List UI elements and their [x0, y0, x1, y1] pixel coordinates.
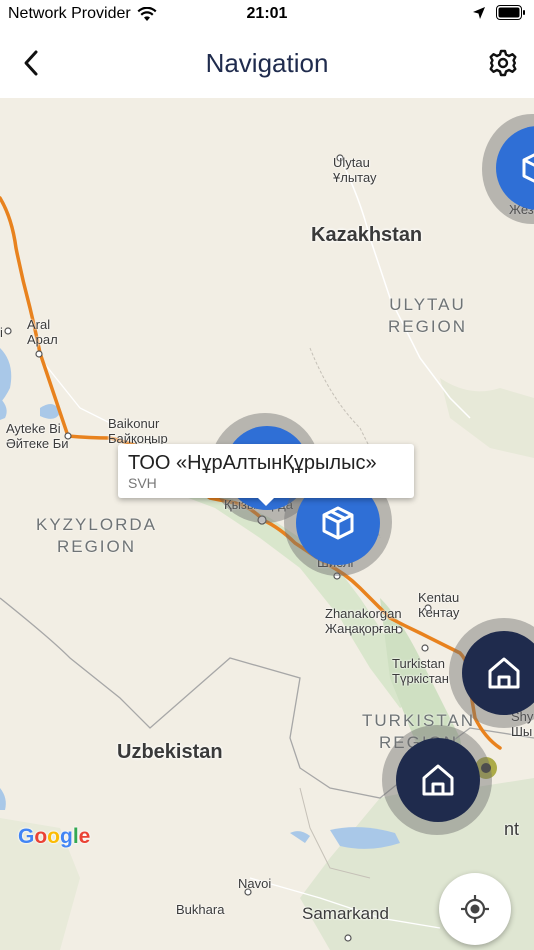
settings-button[interactable]	[486, 46, 520, 80]
marker-callout[interactable]: ТОО «НұрАлтынҚұрылыс» SVH	[118, 444, 414, 506]
city-label-left-edge: i	[0, 325, 3, 340]
page-title: Navigation	[205, 48, 329, 78]
home-marker[interactable]	[396, 738, 480, 822]
city-label-kentau: Kentau Кентау	[418, 590, 460, 620]
callout-subtitle: SVH	[128, 475, 157, 491]
city-label-bukhara: Bukhara	[176, 902, 225, 917]
map-view[interactable]: Kazakhstan Uzbekistan ULYTAU REGION KYZY…	[0, 98, 534, 950]
battery-icon	[496, 5, 525, 20]
country-label-uzbekistan: Uzbekistan	[117, 741, 223, 763]
location-arrow-icon	[473, 6, 485, 19]
country-label-kazakhstan: Kazakhstan	[311, 224, 423, 246]
crosshair-icon	[461, 895, 489, 923]
city-label-turkistan: Turkistan Түркістан	[392, 656, 449, 686]
callout-title: ТОО «НұрАлтынҚұрылыс»	[128, 452, 377, 474]
status-time: 21:01	[246, 5, 288, 22]
city-label-ulytau: Ulytau Ұлытау	[333, 155, 377, 185]
city-label-ayteke-bi: Ayteke Bi Әйтеке Би	[6, 421, 69, 451]
package-icon	[322, 506, 354, 540]
region-label-kyzylorda: KYZYLORDA REGION	[36, 515, 157, 556]
home-icon	[488, 657, 520, 689]
status-bar: Network Provider 21:01	[0, 0, 534, 30]
city-label-baikonur: Baikonur Байқоңыр	[108, 416, 168, 446]
region-label-ulytau: ULYTAU REGION	[388, 295, 468, 336]
navigation-bar: Navigation	[0, 30, 534, 98]
city-label-tashkent: nt	[504, 819, 520, 839]
gear-icon	[489, 49, 517, 77]
city-label-zhanakorgan: Zhanakorgan Жаңақорған	[325, 606, 402, 636]
callout-pointer	[258, 498, 274, 506]
home-icon	[422, 764, 454, 796]
city-label-samarkand: Samarkand	[302, 904, 389, 923]
package-icon	[522, 153, 534, 183]
city-label-aral: Aral Арал	[27, 317, 58, 347]
google-logo: Google	[18, 825, 91, 848]
city-label-navoi: Navoi	[238, 876, 272, 891]
my-location-button[interactable]	[439, 873, 511, 945]
